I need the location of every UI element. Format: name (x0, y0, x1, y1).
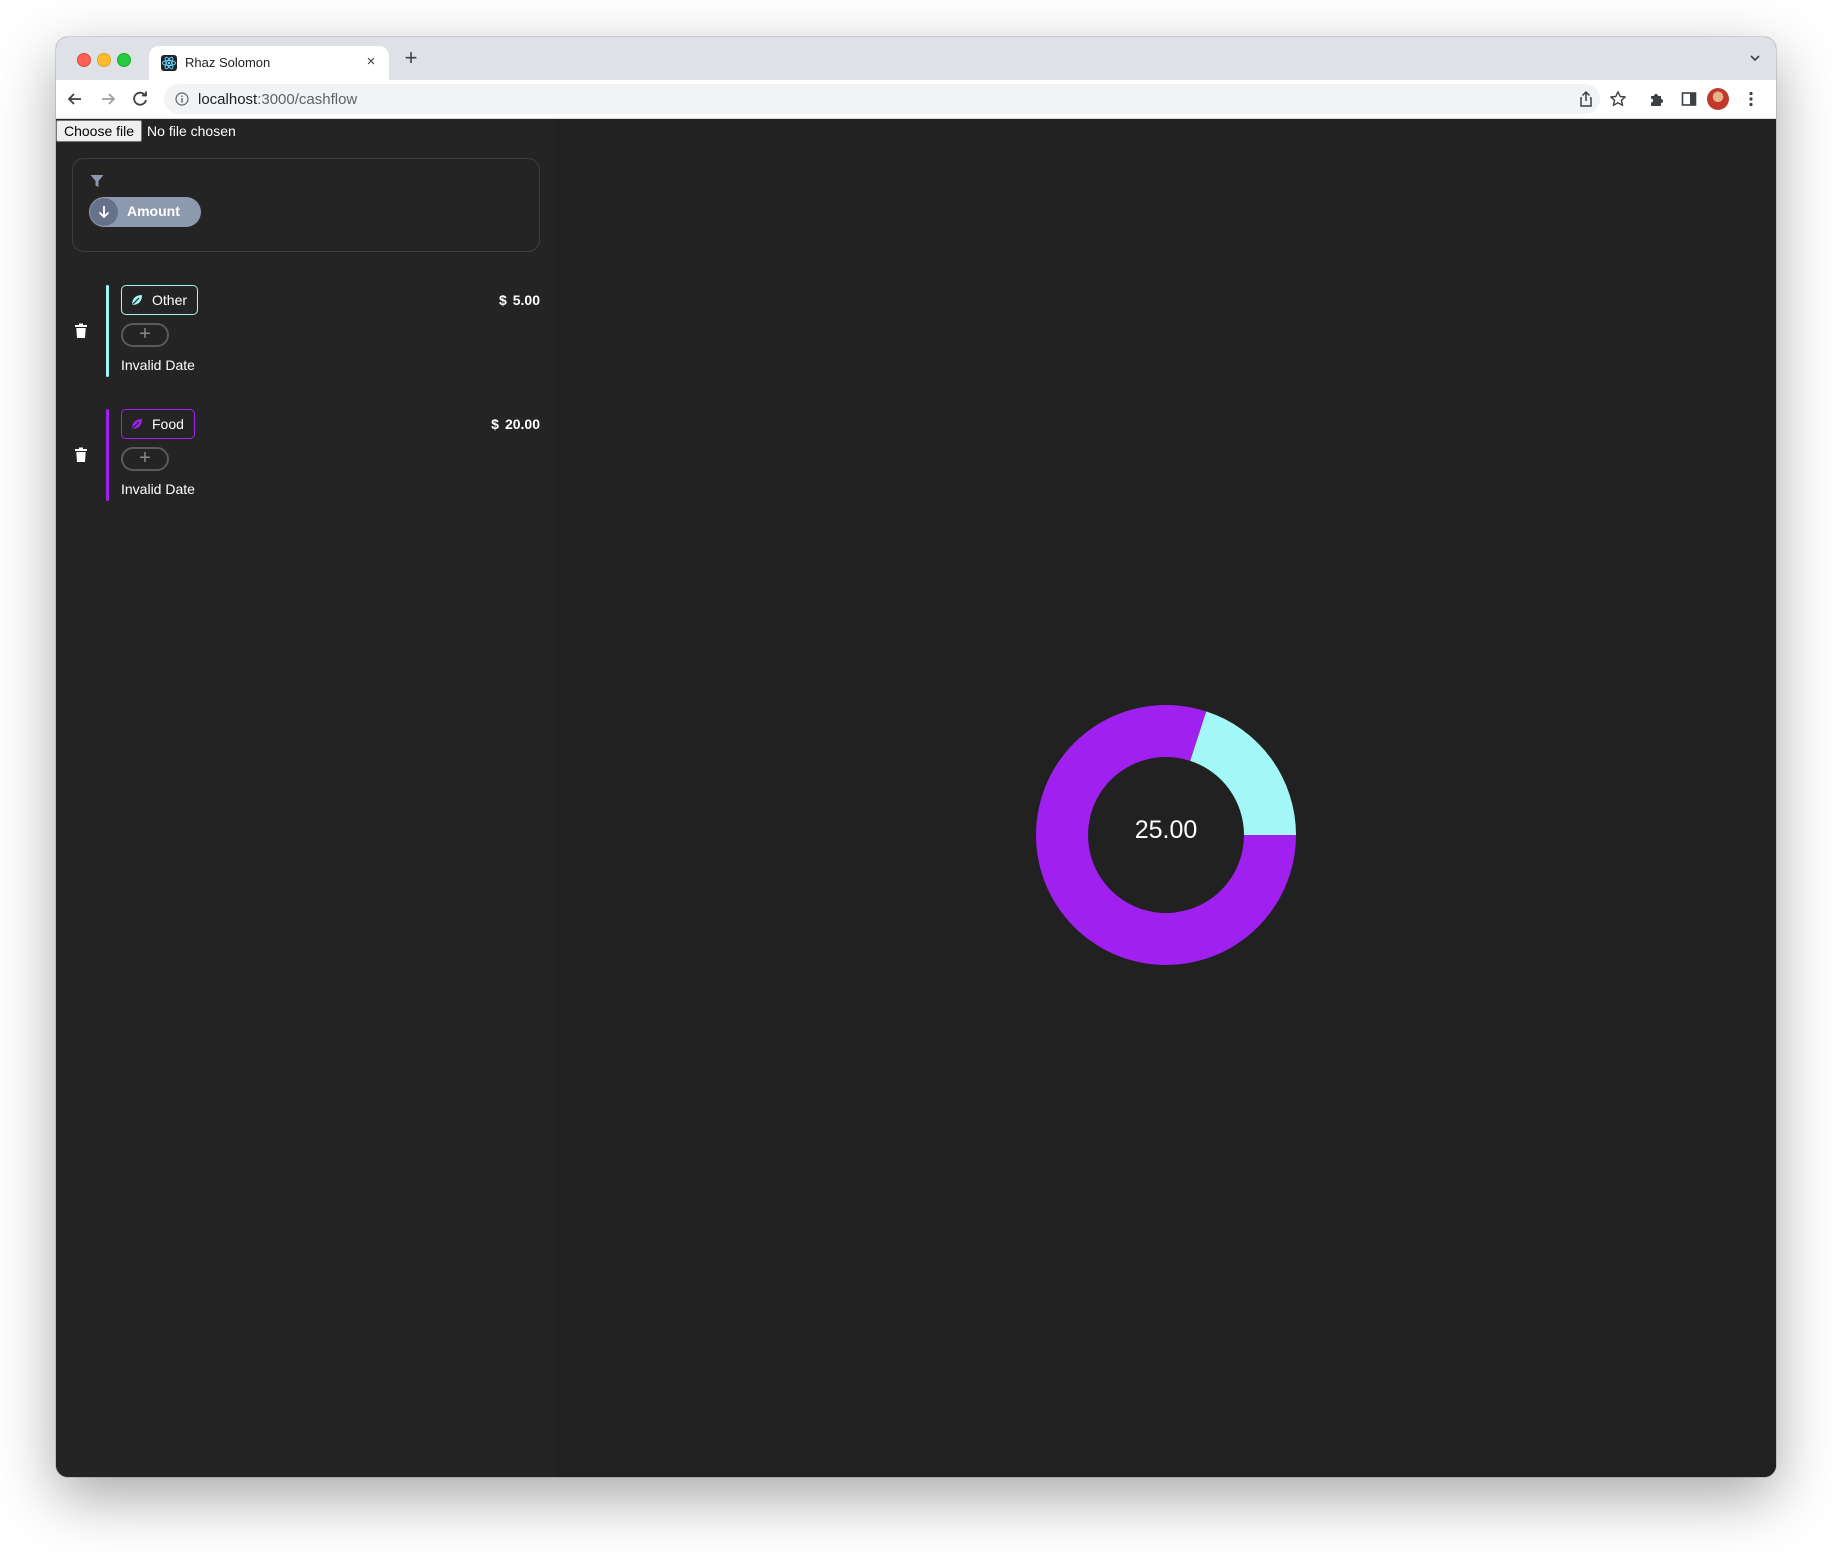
entry-amount: $5.00 (499, 292, 540, 308)
amount-value: 5.00 (512, 292, 540, 308)
site-info-icon[interactable] (175, 92, 189, 106)
profile-avatar[interactable] (1707, 88, 1729, 110)
tab-strip: Rhaz Solomon × + (56, 37, 1776, 80)
extensions-puzzle-icon[interactable] (1647, 89, 1667, 109)
new-tab-button[interactable]: + (400, 47, 422, 70)
file-input: Choose file No file chosen (56, 119, 236, 143)
trash-icon[interactable] (74, 447, 88, 463)
react-favicon-icon (161, 55, 177, 71)
address-bar[interactable]: localhost:3000/cashflow (164, 84, 1600, 114)
side-panel-icon[interactable] (1679, 89, 1699, 109)
entry-date: Invalid Date (121, 357, 195, 373)
back-arrow-icon[interactable] (64, 88, 86, 110)
sort-chip-label: Amount (127, 203, 180, 219)
category-label: Food (152, 416, 184, 432)
url-path: :3000/cashflow (257, 91, 358, 108)
arrow-down-icon (98, 206, 110, 219)
url-text: localhost:3000/cashflow (198, 91, 357, 108)
browser-tab[interactable]: Rhaz Solomon × (149, 46, 389, 80)
tab-title: Rhaz Solomon (185, 55, 271, 70)
category-color-bar (106, 285, 109, 377)
tab-search-chevron-icon[interactable] (1748, 51, 1762, 65)
donut-total-label: 25.00 (1134, 816, 1198, 844)
cashflow-entry: Food + Invalid Date $20.00 (56, 409, 556, 501)
more-menu-icon[interactable] (1741, 89, 1761, 109)
add-tag-button[interactable]: + (121, 323, 169, 347)
url-host: localhost (198, 91, 258, 108)
leaf-icon (132, 295, 142, 305)
donut-chart: 25.00 (1036, 705, 1296, 965)
entry-amount: $20.00 (491, 416, 540, 432)
currency-symbol: $ (491, 416, 499, 432)
sort-direction-button[interactable] (90, 198, 118, 226)
leaf-icon (132, 419, 142, 429)
choose-file-button[interactable]: Choose file (56, 120, 143, 142)
window-minimize-button[interactable] (97, 53, 111, 67)
category-tag[interactable]: Other (121, 285, 199, 315)
category-label: Other (152, 292, 188, 308)
page-content: Choose file No file chosen Amount Other … (56, 119, 1776, 1477)
amount-value: 20.00 (504, 416, 540, 432)
share-icon[interactable] (1576, 89, 1596, 109)
add-tag-button[interactable]: + (121, 447, 169, 471)
category-tag[interactable]: Food (121, 409, 195, 439)
tab-close-icon[interactable]: × (362, 53, 380, 71)
trash-icon[interactable] (74, 323, 88, 339)
forward-arrow-icon[interactable] (97, 88, 119, 110)
window-close-button[interactable] (77, 53, 91, 67)
browser-toolbar: localhost:3000/cashflow (56, 80, 1776, 119)
window-maximize-button[interactable] (117, 53, 131, 67)
entry-date: Invalid Date (121, 481, 195, 497)
sort-amount-chip[interactable]: Amount (89, 197, 201, 227)
category-color-bar (106, 409, 109, 501)
bookmark-star-icon[interactable] (1608, 89, 1628, 109)
browser-window: Rhaz Solomon × + localhost:3000/cashflow (56, 37, 1776, 1477)
file-status-text: No file chosen (147, 123, 236, 139)
currency-symbol: $ (498, 292, 507, 308)
filter-funnel-icon[interactable] (89, 173, 105, 189)
reload-icon[interactable] (129, 88, 151, 110)
filter-panel: Amount (72, 158, 540, 252)
cashflow-entry: Other + Invalid Date $5.00 (56, 285, 556, 377)
